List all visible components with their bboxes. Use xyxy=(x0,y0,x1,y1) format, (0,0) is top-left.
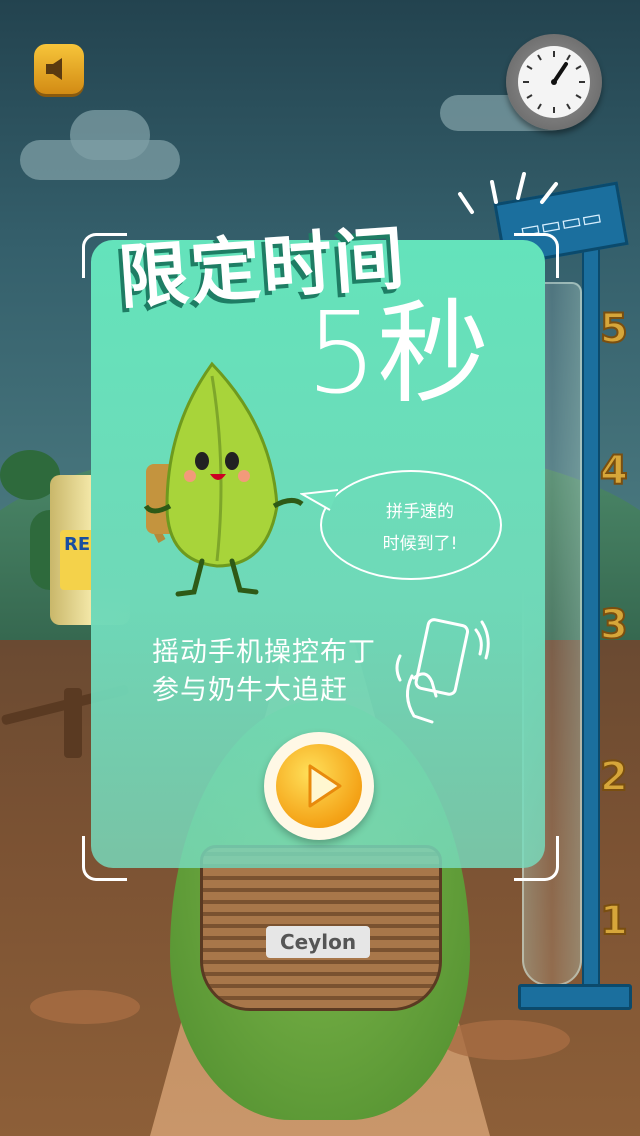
frame-corner xyxy=(514,233,559,278)
instruction-text: 摇动手机操控布丁 参与奶牛大追赶 xyxy=(152,634,376,710)
progress-pole xyxy=(582,248,600,992)
burst-lines xyxy=(458,172,558,214)
bubble-line-1: 拼手速的 xyxy=(386,502,454,522)
scale-label-4: 4 xyxy=(599,447,629,495)
play-icon xyxy=(308,764,342,808)
stone xyxy=(30,990,140,1024)
fence-post xyxy=(64,688,82,758)
stone xyxy=(440,1020,570,1060)
instruction-line-2: 参与奶牛大追赶 xyxy=(152,675,348,706)
speech-bubble-text: 拼手速的 时候到了! xyxy=(360,496,480,560)
shake-phone-icon xyxy=(395,618,490,724)
progress-base xyxy=(518,984,632,1010)
instruction-line-1: 摇动手机操控布丁 xyxy=(152,637,376,668)
scale-label-1: 1 xyxy=(599,897,629,945)
cloud xyxy=(70,110,150,160)
stopwatch-icon xyxy=(518,46,590,118)
scale-label-3: 3 xyxy=(599,601,629,649)
frame-corner xyxy=(82,836,127,881)
basket-label: Ceylon xyxy=(266,926,370,958)
speech-bubble-tail xyxy=(300,489,339,511)
frame-corner xyxy=(514,836,559,881)
speaker-icon xyxy=(46,58,62,80)
countdown-seconds: 5秒 xyxy=(306,289,490,419)
scale-label-5: 5 xyxy=(599,305,629,353)
scale-label-2: 2 xyxy=(599,753,629,801)
game-scene: RE ▭▭▭▭ 5 4 3 2 1 Ceylon 限定时间 5秒 拼手速的 时候… xyxy=(0,0,640,1136)
bubble-line-2: 时候到了! xyxy=(382,534,458,554)
play-button-face xyxy=(276,744,362,828)
stopwatch xyxy=(506,34,602,130)
leaf-mascot xyxy=(143,361,304,597)
play-button[interactable] xyxy=(264,732,374,840)
sound-button[interactable] xyxy=(34,44,84,94)
